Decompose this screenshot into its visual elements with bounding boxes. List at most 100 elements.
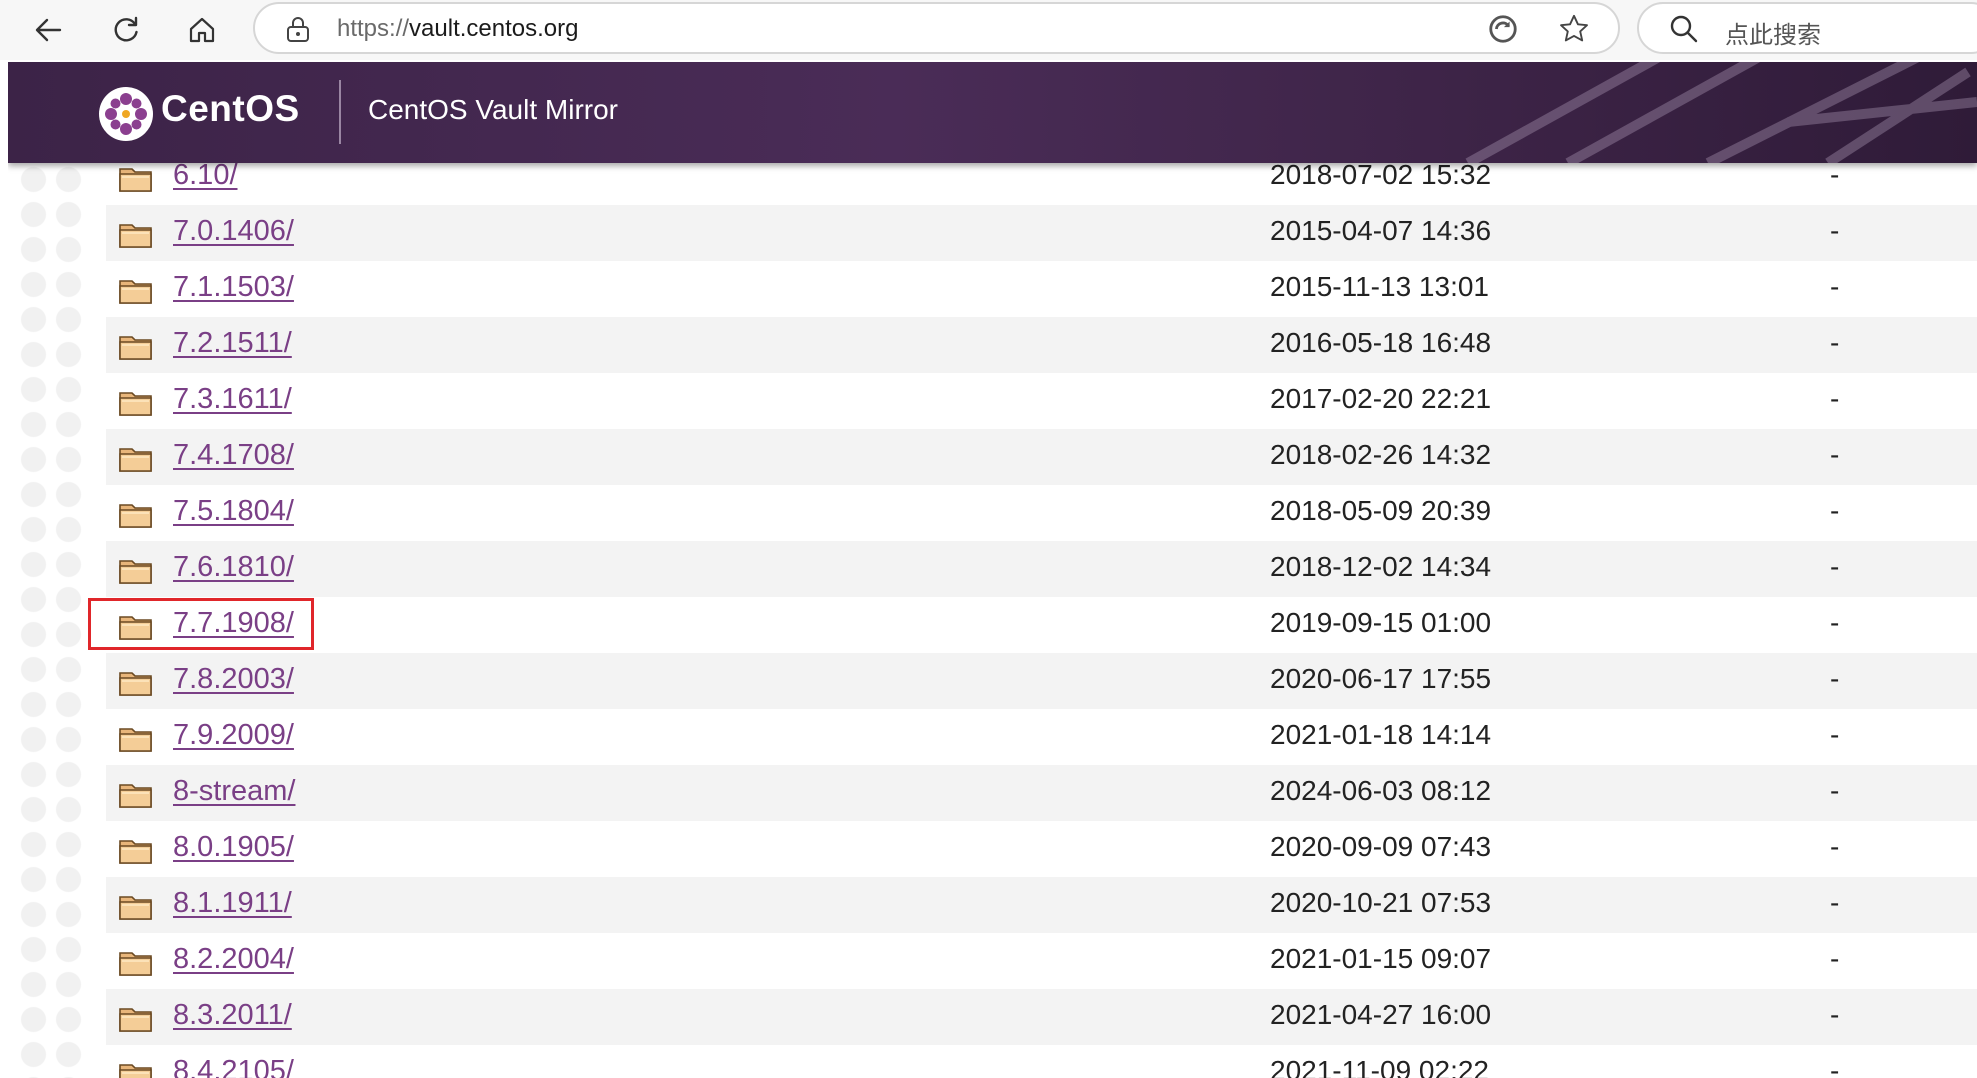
directory-link[interactable]: 8.0.1905/: [173, 831, 294, 864]
table-row: 7.3.1611/2017-02-20 22:21 -: [106, 373, 1977, 429]
file-size: -: [1830, 831, 1840, 862]
file-size: -: [1830, 943, 1840, 974]
directory-link[interactable]: 7.4.1708/: [173, 439, 294, 472]
folder-icon[interactable]: [119, 443, 153, 473]
last-modified: 2018-05-09 20:39: [1270, 495, 1492, 526]
file-size: -: [1830, 887, 1840, 918]
last-modified: 2015-11-13 13:01: [1270, 271, 1489, 302]
folder-icon[interactable]: [119, 835, 153, 865]
url-scheme: https://: [337, 15, 410, 42]
centos-logo-icon[interactable]: [98, 86, 154, 142]
folder-icon[interactable]: [119, 275, 153, 305]
directory-link[interactable]: 7.2.1511/: [173, 327, 292, 360]
table-row: 7.6.1810/2018-12-02 14:34 -: [106, 541, 1977, 597]
site-title[interactable]: CentOS Vault Mirror: [368, 94, 618, 126]
table-row: 8.1.1911/2020-10-21 07:53 -: [106, 877, 1977, 933]
file-size: -: [1830, 719, 1840, 750]
directory-link[interactable]: 7.3.1611/: [173, 383, 292, 416]
last-modified: 2018-12-02 14:34: [1270, 551, 1492, 582]
folder-icon[interactable]: [119, 499, 153, 529]
table-row: 7.1.1503/2015-11-13 13:01 -: [106, 261, 1977, 317]
folder-icon[interactable]: [119, 667, 153, 697]
folder-icon[interactable]: [119, 1003, 153, 1033]
last-modified: 2016-05-18 16:48: [1270, 327, 1492, 358]
folder-icon[interactable]: [119, 331, 153, 361]
refresh-icon: [114, 16, 138, 42]
search-placeholder: 点此搜索: [1725, 21, 1821, 49]
directory-link[interactable]: 8.4.2105/: [173, 1055, 294, 1078]
directory-link[interactable]: 7.9.2009/: [173, 719, 294, 752]
background-pattern: [16, 162, 86, 1078]
file-size: -: [1830, 551, 1840, 582]
highlight-box: [88, 598, 314, 650]
site-header: CentOS CentOS Vault Mirror: [8, 62, 1977, 163]
file-size: -: [1830, 607, 1840, 638]
folder-icon[interactable]: [119, 891, 153, 921]
last-modified: 2021-04-27 16:00: [1270, 999, 1492, 1030]
star-icon: [1560, 14, 1588, 42]
table-row: 7.2.1511/2016-05-18 16:48 -: [106, 317, 1977, 373]
file-size: -: [1830, 327, 1840, 358]
header-divider: [339, 80, 341, 144]
folder-icon[interactable]: [119, 163, 153, 193]
logo-text[interactable]: CentOS: [161, 88, 300, 130]
file-size: -: [1830, 159, 1840, 190]
folder-icon[interactable]: [119, 779, 153, 809]
search-box[interactable]: 点此搜索: [1637, 2, 1977, 54]
last-modified: 2020-06-17 17:55: [1270, 663, 1492, 694]
last-modified: 2018-02-26 14:32: [1270, 439, 1492, 470]
favorite-button[interactable]: [1557, 12, 1591, 46]
folder-icon[interactable]: [119, 723, 153, 753]
browser-toolbar: https://vault.centos.org 点此搜索: [0, 0, 1977, 60]
back-button[interactable]: [26, 8, 70, 52]
last-modified: 2020-10-21 07:53: [1270, 887, 1492, 918]
page-viewport: CentOS CentOS Vault Mirror 6.10/2018-07-…: [8, 62, 1977, 1078]
directory-link[interactable]: 8-stream/: [173, 775, 295, 808]
edge-refresh-icon: [1489, 15, 1517, 43]
table-row: 7.8.2003/2020-06-17 17:55 -: [106, 653, 1977, 709]
last-modified: 2021-11-09 02:22: [1270, 1055, 1489, 1078]
directory-link[interactable]: 7.0.1406/: [173, 215, 294, 248]
last-modified: 2019-09-15 01:00: [1270, 607, 1492, 638]
table-row: 7.5.1804/2018-05-09 20:39 -: [106, 485, 1977, 541]
last-modified: 2021-01-15 09:07: [1270, 943, 1492, 974]
table-row: 7.0.1406/2015-04-07 14:36 -: [106, 205, 1977, 261]
file-size: -: [1830, 439, 1840, 470]
file-size: -: [1830, 215, 1840, 246]
directory-link[interactable]: 7.1.1503/: [173, 271, 294, 304]
folder-icon[interactable]: [119, 555, 153, 585]
folder-icon[interactable]: [119, 219, 153, 249]
folder-icon[interactable]: [119, 947, 153, 977]
last-modified: 2018-07-02 15:32: [1270, 159, 1492, 190]
file-size: -: [1830, 495, 1840, 526]
directory-link[interactable]: 8.3.2011/: [173, 999, 292, 1032]
table-row: 8.0.1905/2020-09-09 07:43 -: [106, 821, 1977, 877]
directory-link[interactable]: 7.8.2003/: [173, 663, 294, 696]
last-modified: 2024-06-03 08:12: [1270, 775, 1492, 806]
address-bar[interactable]: https://vault.centos.org: [253, 2, 1620, 54]
refresh-button[interactable]: [104, 8, 148, 52]
translate-button[interactable]: [1486, 12, 1520, 46]
table-row: 8.2.2004/2021-01-15 09:07 -: [106, 933, 1977, 989]
file-size: -: [1830, 383, 1840, 414]
table-row: 8.3.2011/2021-04-27 16:00 -: [106, 989, 1977, 1045]
directory-link[interactable]: 6.10/: [173, 159, 238, 192]
file-size: -: [1830, 663, 1840, 694]
directory-link[interactable]: 7.5.1804/: [173, 495, 294, 528]
directory-link[interactable]: 7.6.1810/: [173, 551, 294, 584]
home-button[interactable]: [180, 8, 224, 52]
url-text[interactable]: https://vault.centos.org: [337, 15, 578, 43]
folder-icon[interactable]: [119, 387, 153, 417]
url-host: vault.centos.org: [409, 15, 579, 42]
last-modified: 2017-02-20 22:21: [1270, 383, 1492, 414]
last-modified: 2020-09-09 07:43: [1270, 831, 1492, 862]
home-icon: [189, 17, 215, 43]
arrow-left-icon: [35, 18, 62, 42]
last-modified: 2015-04-07 14:36: [1270, 215, 1492, 246]
folder-icon[interactable]: [119, 1059, 153, 1078]
lock-icon[interactable]: [285, 15, 311, 43]
file-size: -: [1830, 775, 1840, 806]
directory-link[interactable]: 8.2.2004/: [173, 943, 294, 976]
directory-link[interactable]: 8.1.1911/: [173, 887, 292, 920]
file-size: -: [1830, 1055, 1840, 1078]
